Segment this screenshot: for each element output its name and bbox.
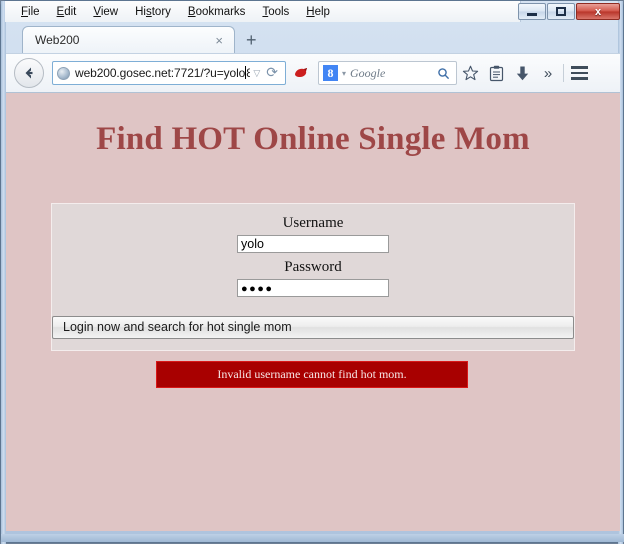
url-history-dropdown-icon[interactable]: ▽ (250, 68, 263, 79)
menu-item-edit-label-rest: dit (64, 5, 77, 18)
caption-buttons: x (518, 3, 620, 20)
back-button[interactable] (14, 58, 44, 88)
tab-close-icon[interactable]: × (212, 34, 226, 47)
search-icon (438, 67, 450, 79)
menu-item-help[interactable]: Help (298, 4, 339, 20)
url-text-before-caret: web200.gosec.net:7721/?u=yolo (75, 66, 246, 80)
browser-window: File Edit View History Bookmarks Tools H… (0, 0, 624, 544)
noscript-icon[interactable] (292, 63, 310, 83)
search-engine-dropdown-icon[interactable]: ▾ (338, 69, 350, 78)
clipboard-icon (489, 65, 503, 81)
menu-item-history[interactable]: History (127, 4, 180, 20)
downloads-button[interactable] (509, 60, 535, 86)
menu-item-edit[interactable]: Edit (49, 4, 86, 20)
username-label: Username (282, 215, 344, 231)
restore-button[interactable] (547, 3, 575, 20)
overflow-button[interactable]: » (535, 60, 561, 86)
star-icon (462, 65, 478, 80)
url-text: web200.gosec.net:7721/?u=yolo8 (75, 66, 250, 80)
navigation-toolbar: web200.gosec.net:7721/?u=yolo8 ▽ ⟳ 8 ▾ G… (6, 53, 620, 93)
hamburger-icon (570, 66, 588, 80)
username-input[interactable]: yolo (237, 235, 389, 253)
bookmark-star-button[interactable] (457, 60, 483, 86)
login-form-panel: Username yolo Password ●●●● Login now an… (51, 203, 575, 351)
menu-item-file[interactable]: File (13, 4, 49, 20)
toolbar-separator (563, 64, 564, 82)
menu-item-tools-label-rest: ools (268, 5, 290, 18)
globe-icon (57, 66, 70, 80)
minimize-icon (527, 13, 537, 16)
menu-item-help-label-rest: elp (314, 5, 330, 18)
menu-item-bookmarks-label-rest: ookmarks (195, 5, 246, 18)
tab-strip: Web200 × + (6, 22, 620, 53)
download-arrow-icon (516, 66, 528, 80)
password-input[interactable]: ●●●● (237, 279, 389, 297)
noscript-glyph-icon (295, 68, 307, 77)
menu-item-bookmarks[interactable]: Bookmarks (180, 4, 255, 20)
menu-item-view-label-rest: iew (100, 5, 119, 18)
reading-list-button[interactable] (483, 60, 509, 86)
new-tab-button[interactable]: + (246, 31, 257, 49)
search-input[interactable]: Google (350, 66, 437, 81)
tab-web200[interactable]: Web200 × (22, 26, 235, 53)
menu-button[interactable] (566, 60, 592, 86)
menu-item-tools[interactable]: Tools (254, 4, 298, 20)
search-bar[interactable]: 8 ▾ Google (318, 61, 457, 85)
close-icon: x (594, 5, 602, 18)
back-arrow-icon (25, 67, 33, 79)
url-bar[interactable]: web200.gosec.net:7721/?u=yolo8 ▽ ⟳ (52, 61, 286, 85)
title-bar: File Edit View History Bookmarks Tools H… (1, 1, 624, 22)
menu-bar: File Edit View History Bookmarks Tools H… (5, 1, 521, 22)
page-viewport: Find HOT Online Single Mom Username yolo… (6, 93, 620, 531)
reload-icon[interactable]: ⟳ (263, 65, 281, 81)
tab-label: Web200 (35, 33, 80, 47)
page-title: Find HOT Online Single Mom (96, 121, 530, 157)
restore-icon (556, 7, 566, 16)
login-submit-button[interactable]: Login now and search for hot single mom (52, 316, 574, 339)
minimize-button[interactable] (518, 3, 546, 20)
password-label: Password (284, 259, 342, 275)
menu-item-view[interactable]: View (85, 4, 127, 20)
error-message-banner: Invalid username cannot find hot mom. (156, 361, 468, 388)
window-frame-bottom (1, 534, 624, 542)
menu-item-file-label-rest: ile (28, 5, 40, 18)
close-button[interactable]: x (576, 3, 620, 20)
google-logo-icon: 8 (323, 65, 338, 81)
